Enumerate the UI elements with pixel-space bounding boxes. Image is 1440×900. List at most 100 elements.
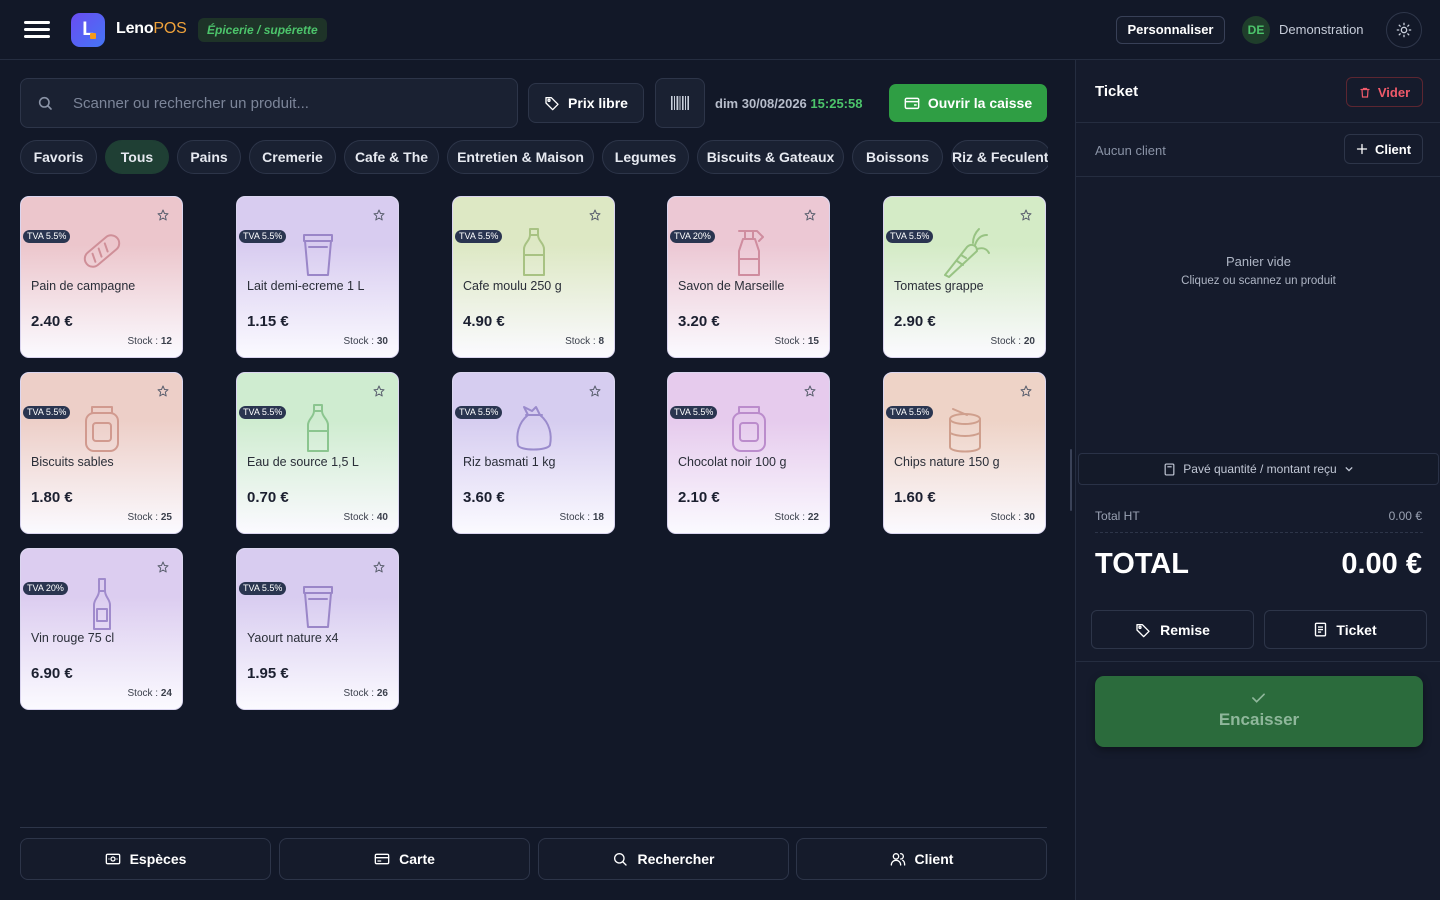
stock-label: Stock : — [127, 512, 159, 523]
favorite-star-icon[interactable] — [589, 209, 601, 221]
favorite-star-icon[interactable] — [804, 209, 816, 221]
chevron-down-icon — [1345, 466, 1353, 472]
menu-icon[interactable] — [24, 18, 50, 42]
stock-value: 12 — [160, 336, 172, 347]
total-ht-label: Total HT — [1095, 509, 1140, 523]
favorite-star-icon[interactable] — [1020, 209, 1032, 221]
action-label: Carte — [399, 851, 435, 867]
stock-value: 8 — [598, 336, 604, 347]
product-card[interactable]: TVA 5.5% Pain de campagne 2.40 € Stock : 12 — [20, 196, 183, 358]
favorite-star-icon[interactable] — [1020, 385, 1032, 397]
jar-icon — [84, 406, 119, 452]
search-input[interactable] — [73, 79, 503, 127]
keypad-toggle[interactable]: Pavé quantité / montant reçu — [1078, 453, 1439, 485]
barcode-icon — [671, 96, 689, 110]
tag-icon — [545, 97, 559, 111]
panel-resize-handle[interactable] — [1070, 449, 1072, 511]
product-card[interactable]: TVA 20% Vin rouge 75 cl 6.90 € Stock : 24 — [20, 548, 183, 710]
user-name[interactable]: Demonstration — [1279, 22, 1364, 37]
stock-label: Stock : — [343, 512, 375, 523]
stock-value: 22 — [807, 512, 819, 523]
rechercher-button[interactable]: Rechercher — [538, 838, 789, 880]
product-card[interactable]: TVA 5.5% Yaourt nature x4 1.95 € Stock : 26 — [236, 548, 399, 710]
action-label: Rechercher — [637, 851, 715, 867]
product-card[interactable]: TVA 5.5% Chocolat noir 100 g 2.10 € Stock :… — [667, 372, 830, 534]
category-tab[interactable]: Entretien & Maison — [447, 140, 594, 174]
product-name: Cafe moulu 250 g — [463, 279, 562, 293]
category-tab[interactable]: Riz & Feculents — [951, 140, 1048, 174]
category-tab[interactable]: Favoris — [20, 140, 97, 174]
print-ticket-button[interactable]: Ticket — [1264, 610, 1427, 649]
favorite-star-icon[interactable] — [157, 561, 169, 573]
bread-icon — [83, 234, 120, 268]
stock-value: 20 — [1023, 336, 1035, 347]
keypad-label: Pavé quantité / montant reçu — [1183, 462, 1337, 476]
favorite-star-icon[interactable] — [373, 209, 385, 221]
cash-icon — [105, 853, 120, 865]
favorite-star-icon[interactable] — [157, 209, 169, 221]
jar-icon — [731, 406, 766, 452]
category-tab[interactable]: Pains — [177, 140, 241, 174]
category-tab[interactable]: Tous — [105, 140, 169, 174]
carte-button[interactable]: Carte — [279, 838, 530, 880]
avatar[interactable]: DE — [1242, 16, 1270, 44]
favorite-star-icon[interactable] — [373, 385, 385, 397]
cup-icon — [302, 586, 333, 628]
product-card[interactable]: TVA 5.5% Eau de source 1,5 L 0.70 € Stock :… — [236, 372, 399, 534]
current-date: dim 30/08/2026 — [715, 96, 807, 111]
product-card[interactable]: TVA 5.5% Riz basmati 1 kg 3.60 € Stock : 18 — [452, 372, 615, 534]
product-stock: Stock : 25 — [128, 512, 172, 523]
category-tab[interactable]: Cafe & The — [344, 140, 439, 174]
can-icon — [948, 408, 981, 453]
category-tab[interactable]: Legumes — [602, 140, 689, 174]
client-status: Aucun client — [1095, 143, 1166, 158]
favorite-star-icon[interactable] — [157, 385, 169, 397]
product-price: 3.60 € — [463, 489, 505, 506]
user-icon — [890, 853, 905, 866]
checkout-button[interactable]: Encaisser — [1095, 676, 1423, 747]
category-tab[interactable]: Cremerie — [249, 140, 336, 174]
spray-bottle-icon — [737, 230, 764, 276]
favorite-star-icon[interactable] — [373, 561, 385, 573]
divider — [1076, 122, 1440, 123]
search-icon — [38, 96, 52, 110]
stock-value: 30 — [1023, 512, 1035, 523]
product-price: 2.90 € — [894, 313, 936, 330]
carrot-icon — [943, 228, 990, 278]
stock-value: 30 — [376, 336, 388, 347]
product-name: Chocolat noir 100 g — [678, 455, 787, 469]
product-card[interactable]: TVA 20% Savon de Marseille 3.20 € Stock : 1… — [667, 196, 830, 358]
open-register-button[interactable]: Ouvrir la caisse — [889, 84, 1047, 122]
cup-icon — [302, 234, 333, 276]
favorite-star-icon[interactable] — [804, 385, 816, 397]
product-card[interactable]: TVA 5.5% Lait demi-ecreme 1 L 1.15 € Stock … — [236, 196, 399, 358]
barcode-button[interactable] — [655, 78, 705, 128]
stock-label: Stock : — [127, 336, 159, 347]
product-price: 4.90 € — [463, 313, 505, 330]
free-price-button[interactable]: Prix libre — [528, 83, 644, 123]
discount-button[interactable]: Remise — [1091, 610, 1254, 649]
vat-badge: TVA 5.5% — [239, 230, 287, 243]
favorite-star-icon[interactable] — [589, 385, 601, 397]
clear-ticket-button[interactable]: Vider — [1346, 77, 1423, 107]
stock-value: 26 — [376, 688, 388, 699]
vat-badge: TVA 5.5% — [886, 406, 934, 419]
product-search[interactable] — [20, 78, 518, 128]
product-card[interactable]: TVA 5.5% Biscuits sables 1.80 € Stock : 25 — [20, 372, 183, 534]
espces-button[interactable]: Espèces — [20, 838, 271, 880]
add-client-button[interactable]: Client — [1344, 134, 1423, 164]
category-tab[interactable]: Biscuits & Gateaux — [697, 140, 844, 174]
product-card[interactable]: TVA 5.5% Chips nature 150 g 1.60 € Stock : … — [883, 372, 1046, 534]
product-name: Eau de source 1,5 L — [247, 455, 359, 469]
product-price: 1.80 € — [31, 489, 73, 506]
client-button[interactable]: Client — [796, 838, 1047, 880]
customize-button[interactable]: Personnaliser — [1116, 16, 1225, 44]
product-stock: Stock : 15 — [775, 336, 819, 347]
theme-toggle-button[interactable] — [1386, 12, 1422, 48]
stock-label: Stock : — [774, 512, 806, 523]
divider — [1076, 661, 1440, 662]
product-card[interactable]: TVA 5.5% Tomates grappe 2.90 € Stock : 20 — [883, 196, 1046, 358]
product-card[interactable]: TVA 5.5% Cafe moulu 250 g 4.90 € Stock : 8 — [452, 196, 615, 358]
receipt-icon — [1315, 622, 1327, 637]
category-tab[interactable]: Boissons — [852, 140, 943, 174]
